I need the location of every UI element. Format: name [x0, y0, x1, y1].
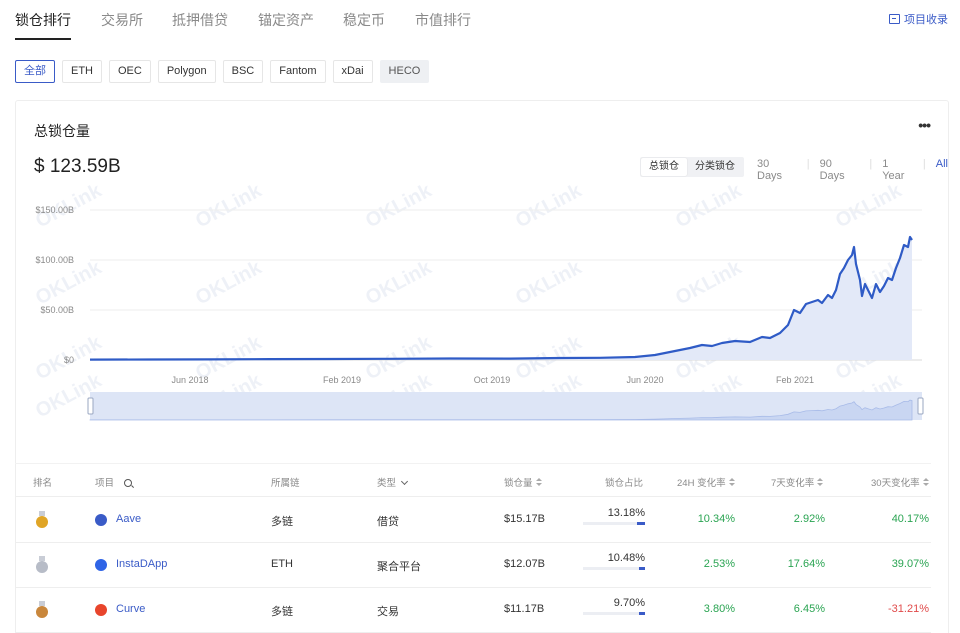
- project-name-link[interactable]: Aave: [116, 513, 141, 525]
- share-bar-fill: [639, 612, 645, 615]
- th-type-label: 类型: [377, 478, 397, 489]
- change-30d-cell: 39.07%: [891, 558, 929, 570]
- rank-medal-icon: [36, 511, 48, 529]
- tvl-chart: OKLink OKLink OKLink OKLink OKLink OKLink OKLi…: [32, 179, 924, 422]
- range-handle-right[interactable]: [917, 397, 924, 415]
- share-bar-track: [583, 612, 645, 615]
- share-value: 13.18%: [607, 507, 645, 519]
- type-cell: 交易: [377, 606, 399, 618]
- tvl-cell: $11.17B: [504, 603, 545, 615]
- watermark-text: OKLink: [832, 179, 906, 232]
- tvl-cell: $12.07B: [504, 558, 545, 570]
- y-tick-label: $150.00B: [35, 205, 74, 215]
- watermark-text: OKLink: [672, 179, 746, 232]
- table-row[interactable]: Curve 多链 交易 $11.17B 9.70% 3.80% 6.45% -31.21%: [15, 587, 931, 633]
- th-rank: 排名: [33, 478, 53, 489]
- th-7d-change[interactable]: 7天变化率: [771, 475, 824, 489]
- watermark-text: OKLink: [512, 179, 586, 232]
- th-project-label: 项目: [95, 478, 115, 489]
- project-name-link[interactable]: Curve: [116, 603, 145, 615]
- change-7d-cell: 2.92%: [793, 513, 825, 525]
- rank-medal-icon: [36, 601, 48, 619]
- sort-icon: [535, 478, 542, 487]
- share-bar-fill: [637, 522, 645, 525]
- change-24h-cell: 3.80%: [703, 603, 735, 615]
- change-30d-cell: 40.17%: [891, 513, 929, 525]
- table-header: 排名 项目 所属链 类型 锁仓量 锁仓占比 24H 变化率 7天变化率 30天变…: [15, 463, 931, 497]
- sort-icon: [728, 478, 735, 487]
- th-tvl-label: 锁仓量: [504, 478, 533, 489]
- project-logo-icon: [95, 559, 107, 571]
- range-handle-left[interactable]: [87, 397, 94, 415]
- sort-icon: [922, 478, 929, 487]
- y-tick-label: $100.00B: [35, 255, 74, 265]
- watermark-text: OKLink: [192, 256, 266, 309]
- share-value: 10.48%: [607, 552, 645, 564]
- chain-cell: ETH: [271, 558, 293, 570]
- type-cell: 聚合平台: [377, 561, 421, 573]
- th-30d-change[interactable]: 30天变化率: [871, 475, 929, 489]
- x-tick-label: Feb 2019: [323, 375, 361, 385]
- share-cell: 10.48%: [583, 552, 645, 570]
- x-tick-label: Oct 2019: [474, 375, 511, 385]
- search-icon[interactable]: [124, 479, 133, 487]
- y-tick-label: $0: [64, 355, 74, 365]
- project-name-link[interactable]: InstaDApp: [116, 558, 167, 570]
- share-bar-fill: [638, 567, 645, 570]
- change-7d-cell: 17.64%: [787, 558, 825, 570]
- th-project: 项目: [95, 475, 133, 489]
- th-30d-label: 30天变化率: [871, 478, 920, 489]
- watermark-layer: OKLink OKLink OKLink OKLink OKLink OKLink OKLi…: [32, 179, 906, 422]
- tvl-cell: $15.17B: [504, 513, 545, 525]
- sort-icon: [817, 478, 824, 487]
- x-tick-label: Jun 2018: [171, 375, 208, 385]
- watermark-text: OKLink: [672, 256, 746, 309]
- th-7d-label: 7天变化率: [771, 478, 815, 489]
- table-row[interactable]: InstaDApp ETH 聚合平台 $12.07B 10.48% 2.53% 17.64%…: [15, 542, 931, 588]
- watermark-text: OKLink: [362, 256, 436, 309]
- th-type[interactable]: 类型: [377, 475, 409, 489]
- chain-cell: 多链: [271, 516, 293, 528]
- share-cell: 13.18%: [583, 507, 645, 525]
- th-tvl[interactable]: 锁仓量: [504, 475, 542, 489]
- change-30d-cell: -31.21%: [888, 603, 929, 615]
- th-24h-change[interactable]: 24H 变化率: [677, 475, 735, 489]
- change-24h-cell: 10.34%: [697, 513, 735, 525]
- rank-medal-icon: [36, 556, 48, 574]
- th-chain: 所属链: [271, 478, 300, 489]
- chevron-down-icon: [400, 477, 409, 486]
- watermark-text: OKLink: [362, 179, 436, 232]
- share-bar-track: [583, 567, 645, 570]
- watermark-text: OKLink: [192, 179, 266, 232]
- share-value: 9.70%: [613, 597, 645, 609]
- watermark-text: OKLink: [512, 256, 586, 309]
- x-tick-label: Feb 2021: [776, 375, 814, 385]
- project-logo-icon: [95, 604, 107, 616]
- type-cell: 借贷: [377, 516, 399, 528]
- change-24h-cell: 2.53%: [703, 558, 735, 570]
- th-share: 锁仓占比: [605, 478, 644, 489]
- y-tick-label: $50.00B: [40, 305, 74, 315]
- share-cell: 9.70%: [583, 597, 645, 615]
- change-7d-cell: 6.45%: [793, 603, 825, 615]
- x-tick-label: Jun 2020: [626, 375, 663, 385]
- th-24h-label: 24H 变化率: [677, 478, 726, 489]
- table-row[interactable]: Aave 多链 借贷 $15.17B 13.18% 10.34% 2.92% 40.17%: [15, 497, 931, 543]
- project-logo-icon: [95, 514, 107, 526]
- chain-cell: 多链: [271, 606, 293, 618]
- share-bar-track: [583, 522, 645, 525]
